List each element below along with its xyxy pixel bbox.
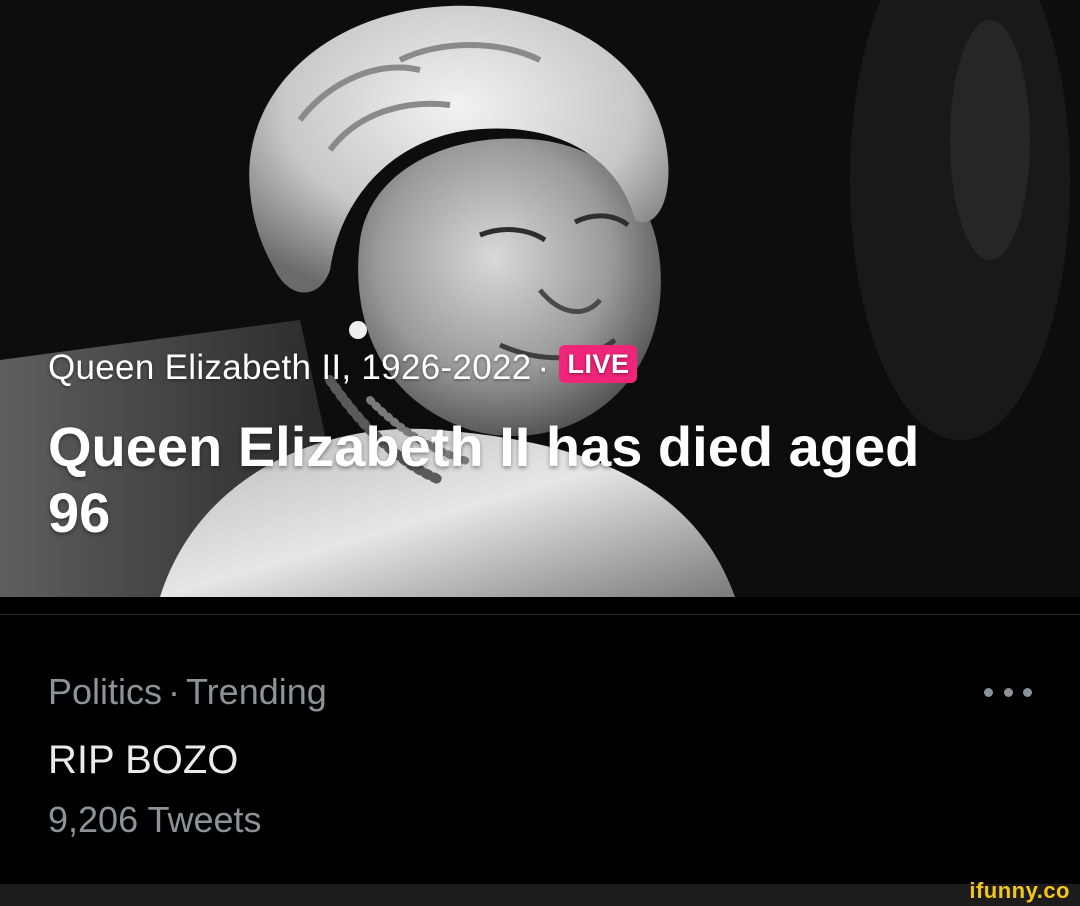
bottom-bar — [0, 884, 1080, 906]
more-dot — [1023, 687, 1032, 697]
divider — [0, 614, 1080, 615]
watermark-logo: ifunny.co — [969, 878, 1070, 903]
tweet-count: 9,206 Tweets — [48, 799, 262, 840]
live-badge: LIVE — [559, 345, 638, 383]
trend-category: Politics — [48, 671, 163, 712]
hero-subtitle: Queen Elizabeth II, 1926-2022 · LIVE — [48, 340, 638, 396]
hero-headline[interactable]: Queen Elizabeth II has died aged 96 — [48, 414, 948, 546]
separator-dot: · — [168, 671, 181, 712]
topic-label: Queen Elizabeth II, 1926-2022 — [48, 348, 532, 387]
trend-status: Trending — [186, 671, 327, 712]
separator-dot: · — [537, 348, 550, 387]
trend-meta: Politics · Trending — [48, 668, 327, 716]
trend-title[interactable]: RIP BOZO — [48, 734, 238, 786]
more-horizontal-icon[interactable] — [984, 676, 1032, 708]
more-dot — [1003, 687, 1013, 697]
hero-card[interactable]: Queen Elizabeth II, 1926-2022 · LIVE Queen… — [0, 0, 1080, 597]
more-dot — [984, 687, 993, 697]
